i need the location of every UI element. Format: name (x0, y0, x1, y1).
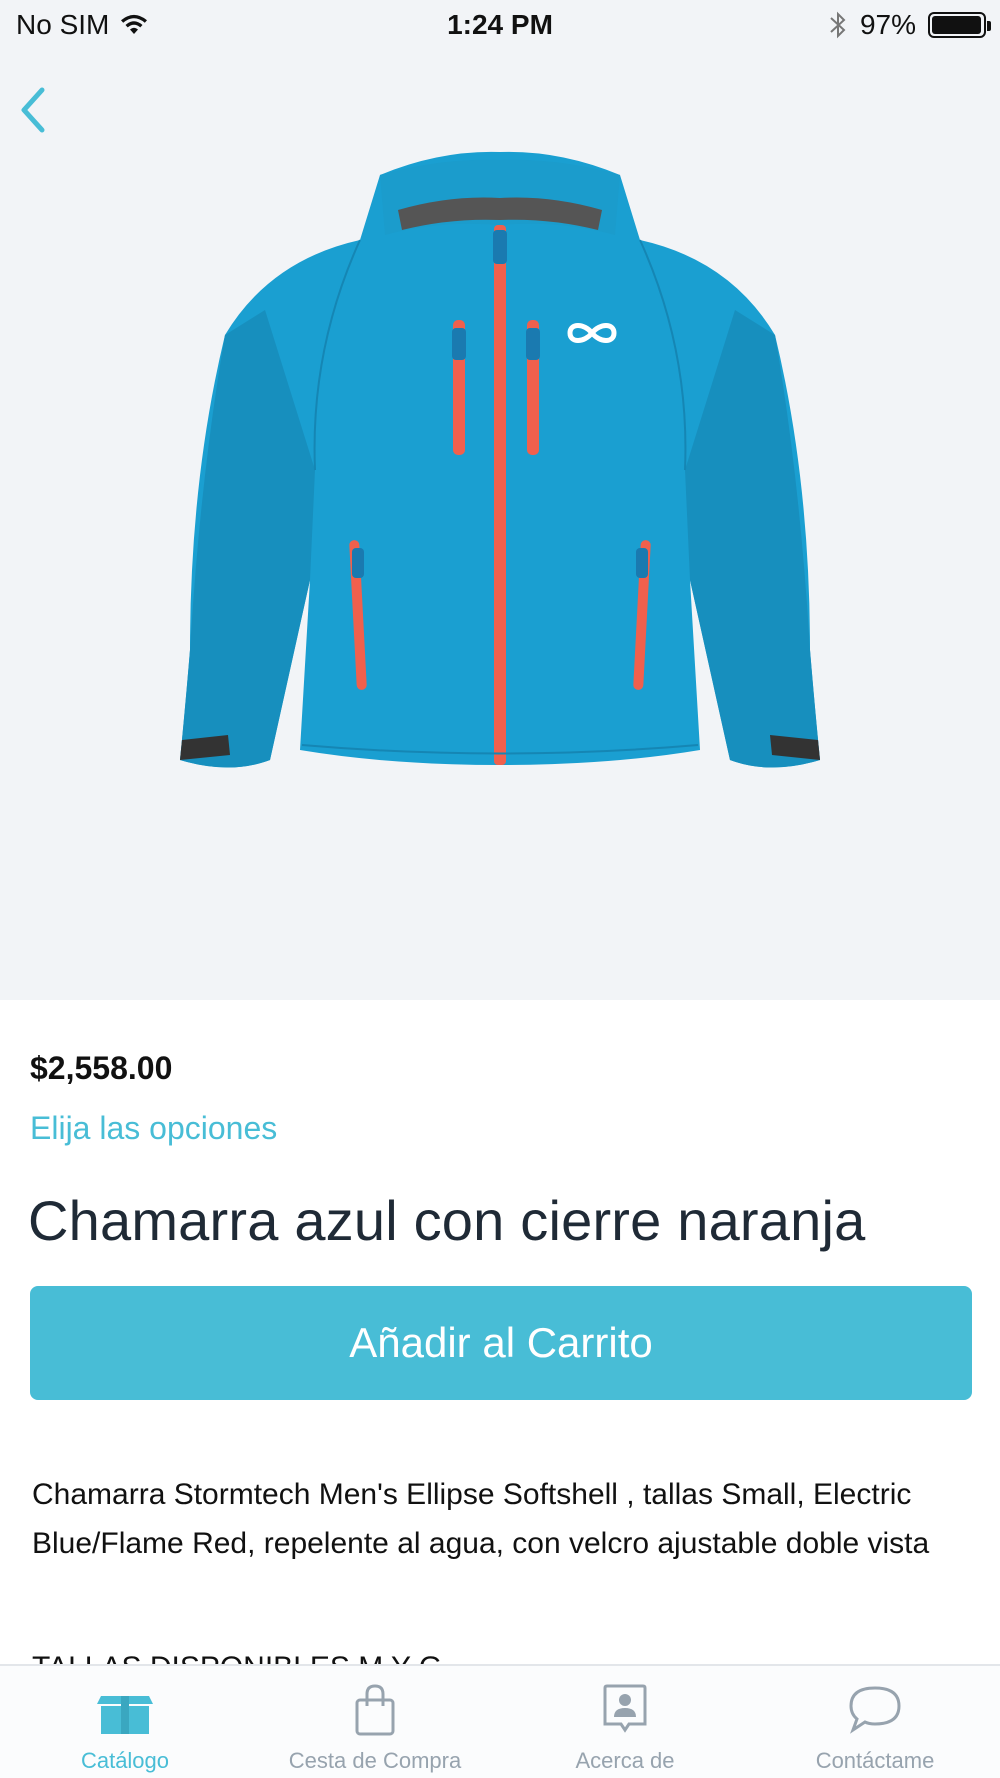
product-description: Chamarra Stormtech Men's Ellipse Softshe… (32, 1478, 930, 1560)
battery-percent: 97% (859, 9, 916, 40)
zipper-pull (493, 230, 507, 264)
profile-card-icon (603, 1684, 647, 1733)
tab-contact-label: Contáctame (815, 1748, 935, 1773)
tab-shopping-basket[interactable]: Cesta de Compra (250, 1666, 500, 1778)
bluetooth-icon (830, 11, 846, 39)
tab-catalog-label: Catálogo (80, 1748, 170, 1773)
tab-about[interactable]: Acerca de (500, 1666, 750, 1778)
chat-bubble-icon (849, 1686, 901, 1734)
tab-shopping-basket-label: Cesta de Compra (288, 1748, 462, 1773)
main-zipper (494, 225, 506, 765)
add-to-cart-button[interactable]: Añadir al Carrito (30, 1286, 972, 1400)
hand-pocket-left-pull (352, 548, 364, 578)
hand-pocket-right-pull (636, 548, 648, 578)
battery-level (932, 16, 981, 34)
available-sizes-text: TALLAS DISPONIBLES M Y G (32, 1643, 442, 1665)
tab-contact[interactable]: Contáctame (750, 1666, 1000, 1778)
back-chevron-icon[interactable] (14, 80, 54, 140)
product-image-area (0, 50, 1000, 1000)
status-right: 97% (828, 9, 991, 41)
battery-icon (928, 12, 991, 38)
chest-pocket-left-pull (452, 328, 466, 360)
tab-catalog[interactable]: Catálogo (0, 1666, 250, 1778)
bottom-tab-bar: Catálogo Cesta de Compra Acerca de Contá… (0, 1664, 1000, 1778)
product-screen: No SIM 1:24 PM 97% $2,558.00 Elija las o… (0, 0, 1000, 1778)
chest-pocket-right-pull (526, 328, 540, 360)
status-bar: No SIM 1:24 PM 97% (0, 0, 1000, 50)
shopping-bag-icon (355, 1684, 395, 1736)
product-price: $2,558.00 (30, 1050, 173, 1086)
tab-about-label: Acerca de (575, 1748, 675, 1773)
product-image (180, 151, 820, 768)
box-icon (97, 1696, 153, 1734)
product-title: Chamarra azul con cierre naranja (28, 1189, 866, 1252)
choose-options-link[interactable]: Elija las opciones (30, 1110, 277, 1147)
battery-cap (987, 21, 991, 31)
